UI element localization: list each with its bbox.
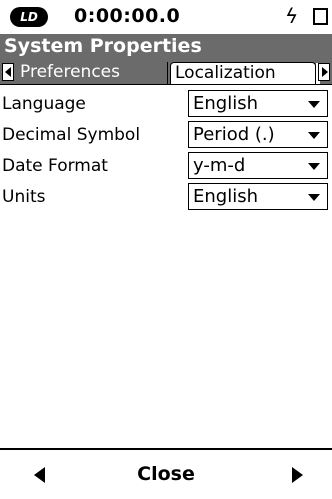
select-value: Period (.) xyxy=(193,124,275,145)
chevron-down-icon xyxy=(308,101,320,108)
tab-localization[interactable]: Localization xyxy=(170,62,316,84)
units-select[interactable]: English xyxy=(188,183,328,210)
language-select[interactable]: English xyxy=(188,90,328,117)
settings-panel: Language English Decimal Symbol Period (… xyxy=(0,84,332,448)
setting-label: Date Format xyxy=(2,156,108,176)
setting-row-language: Language English xyxy=(0,89,332,119)
setting-row-date-format: Date Format y-m-d xyxy=(0,151,332,181)
setting-row-decimal-symbol: Decimal Symbol Period (.) xyxy=(0,120,332,150)
decimal-symbol-select[interactable]: Period (.) xyxy=(188,121,328,148)
tab-scroll-left-button[interactable] xyxy=(2,63,14,81)
select-value: English xyxy=(193,186,258,207)
tab-preferences[interactable]: Preferences xyxy=(16,62,168,84)
chevron-down-icon xyxy=(308,194,320,201)
battery-icon xyxy=(313,8,328,25)
window-title: System Properties xyxy=(4,35,202,57)
select-value: y-m-d xyxy=(193,155,246,176)
select-value: English xyxy=(193,93,258,114)
tab-strip: Preferences Localization xyxy=(0,60,332,84)
chevron-down-icon xyxy=(308,163,320,170)
tab-scroll-right-button[interactable] xyxy=(318,63,330,81)
brand-logo-text: LD xyxy=(20,10,38,24)
setting-row-units: Units English xyxy=(0,182,332,212)
setting-label: Decimal Symbol xyxy=(2,125,141,145)
status-bar: LD 0:00:00.0 ϟ xyxy=(0,0,332,34)
title-bar: System Properties xyxy=(0,34,332,60)
device-screen: LD 0:00:00.0 ϟ System Properties Prefere… xyxy=(0,0,332,499)
chevron-down-icon xyxy=(308,132,320,139)
setting-label: Units xyxy=(2,187,46,207)
date-format-select[interactable]: y-m-d xyxy=(188,152,328,179)
next-arrow-icon[interactable] xyxy=(292,467,303,483)
run-timer: 0:00:00.0 xyxy=(74,5,181,27)
bottom-nav-bar: Close xyxy=(0,448,332,499)
brand-logo: LD xyxy=(10,7,48,27)
lightning-bolt-icon: ϟ xyxy=(285,4,299,28)
previous-arrow-icon[interactable] xyxy=(34,467,45,483)
close-button[interactable]: Close xyxy=(120,460,212,488)
setting-label: Language xyxy=(2,94,86,114)
chevron-left-icon xyxy=(5,67,11,77)
chevron-right-icon xyxy=(322,67,328,77)
